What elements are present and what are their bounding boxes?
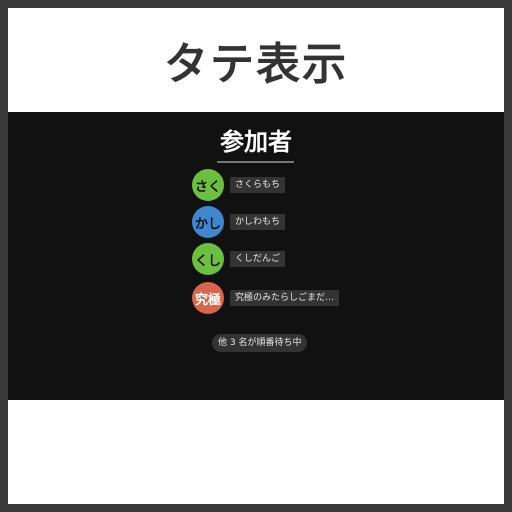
display-frame: タテ表示 参加者 さく さくらもち かし かしわもち くし くしだんご 究極 究…: [8, 8, 504, 504]
participant-item: さく さくらもち: [192, 169, 286, 201]
participant-name: 究極のみたらしごまだ…: [230, 290, 340, 306]
participant-item: くし くしだんご: [192, 243, 286, 275]
participant-avatar: さく: [192, 169, 224, 201]
waiting-count-badge: 他 3 名が順番待ち中: [212, 334, 308, 352]
participant-avatar: くし: [192, 243, 224, 275]
heading-divider: [217, 161, 294, 163]
participant-avatar: かし: [192, 206, 224, 238]
participants-panel: 参加者 さく さくらもち かし かしわもち くし くしだんご 究極 究極のみたら…: [8, 112, 504, 400]
participants-heading: 参加者: [220, 128, 292, 156]
participant-name: くしだんご: [230, 251, 286, 267]
participant-name: かしわもち: [230, 214, 286, 230]
participant-avatar: 究極: [192, 282, 224, 314]
page-title: タテ表示: [164, 39, 348, 90]
participant-item: 究極 究極のみたらしごまだ…: [192, 282, 340, 314]
participant-item: かし かしわもち: [192, 206, 286, 238]
participant-name: さくらもち: [230, 177, 286, 193]
